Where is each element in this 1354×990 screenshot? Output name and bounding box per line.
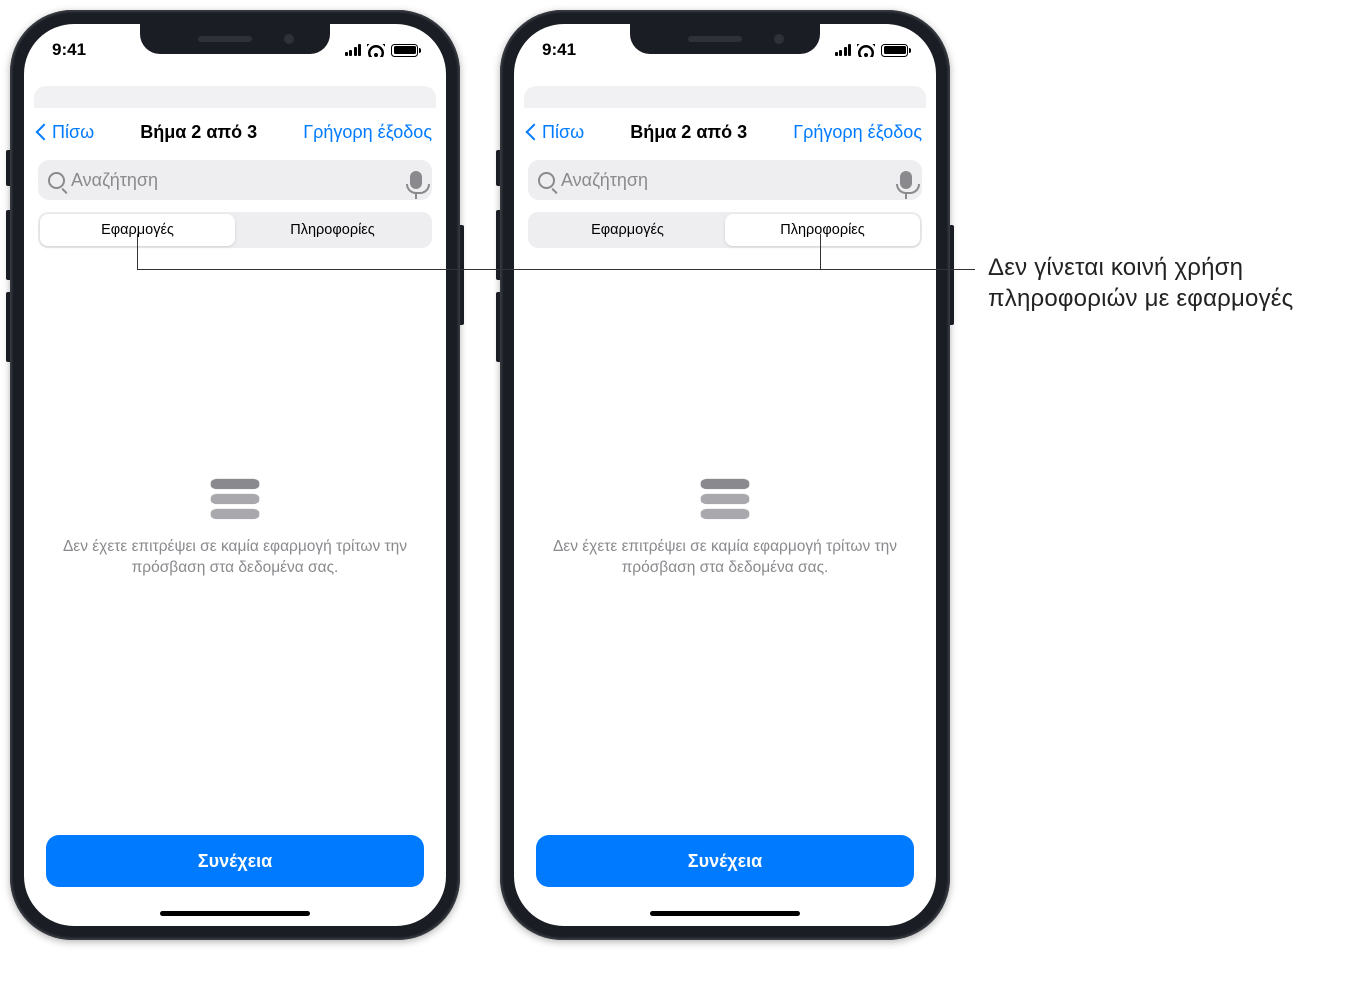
- back-button[interactable]: Πίσω: [38, 122, 94, 143]
- figure-stage: 9:41 Πίσω Βήμα 2 από 3 Γρήγορη έξοδος Α: [0, 0, 1354, 940]
- continue-button[interactable]: Συνέχεια: [46, 835, 424, 887]
- stack-icon: [698, 475, 752, 523]
- empty-state-message: Δεν έχετε επιτρέψει σε καμία εφαρμογή τρ…: [58, 537, 412, 579]
- home-indicator[interactable]: [24, 905, 446, 926]
- home-indicator[interactable]: [514, 905, 936, 926]
- search-field[interactable]: Αναζήτηση: [528, 160, 922, 200]
- search-placeholder: Αναζήτηση: [71, 170, 158, 191]
- background-sheet-edge: [514, 72, 936, 108]
- empty-state: Δεν έχετε επιτρέψει σε καμία εφαρμογή τρ…: [514, 218, 936, 835]
- microphone-icon[interactable]: [900, 171, 912, 189]
- background-sheet-edge: [24, 72, 446, 108]
- search-placeholder: Αναζήτηση: [561, 170, 648, 191]
- callout-annotation: Δεν γίνεται κοινή χρήση πληροφοριών με ε…: [988, 252, 1328, 314]
- nav-bar: Πίσω Βήμα 2 από 3 Γρήγορη έξοδος: [514, 108, 936, 156]
- empty-state-message: Δεν έχετε επιτρέψει σε καμία εφαρμογή τρ…: [548, 537, 902, 579]
- phone-frame-right: 9:41 Πίσω Βήμα 2 από 3 Γρήγορη έξοδος Α: [500, 10, 950, 940]
- screen-right: 9:41 Πίσω Βήμα 2 από 3 Γρήγορη έξοδος Α: [514, 24, 936, 926]
- search-field[interactable]: Αναζήτηση: [38, 160, 432, 200]
- search-icon: [538, 172, 555, 189]
- back-button[interactable]: Πίσω: [528, 122, 584, 143]
- step-title: Βήμα 2 από 3: [140, 122, 257, 143]
- back-label: Πίσω: [52, 122, 94, 143]
- nav-bar: Πίσω Βήμα 2 από 3 Γρήγορη έξοδος: [24, 108, 446, 156]
- step-title: Βήμα 2 από 3: [630, 122, 747, 143]
- chevron-left-icon: [526, 124, 543, 141]
- empty-state: Δεν έχετε επιτρέψει σε καμία εφαρμογή τρ…: [24, 218, 446, 835]
- back-label: Πίσω: [542, 122, 584, 143]
- search-icon: [48, 172, 65, 189]
- quick-exit-button[interactable]: Γρήγορη έξοδος: [303, 122, 432, 143]
- stack-icon: [208, 475, 262, 523]
- microphone-icon[interactable]: [410, 171, 422, 189]
- screen-left: 9:41 Πίσω Βήμα 2 από 3 Γρήγορη έξοδος Α: [24, 24, 446, 926]
- chevron-left-icon: [36, 124, 53, 141]
- continue-button[interactable]: Συνέχεια: [536, 835, 914, 887]
- quick-exit-button[interactable]: Γρήγορη έξοδος: [793, 122, 922, 143]
- phone-frame-left: 9:41 Πίσω Βήμα 2 από 3 Γρήγορη έξοδος Α: [10, 10, 460, 940]
